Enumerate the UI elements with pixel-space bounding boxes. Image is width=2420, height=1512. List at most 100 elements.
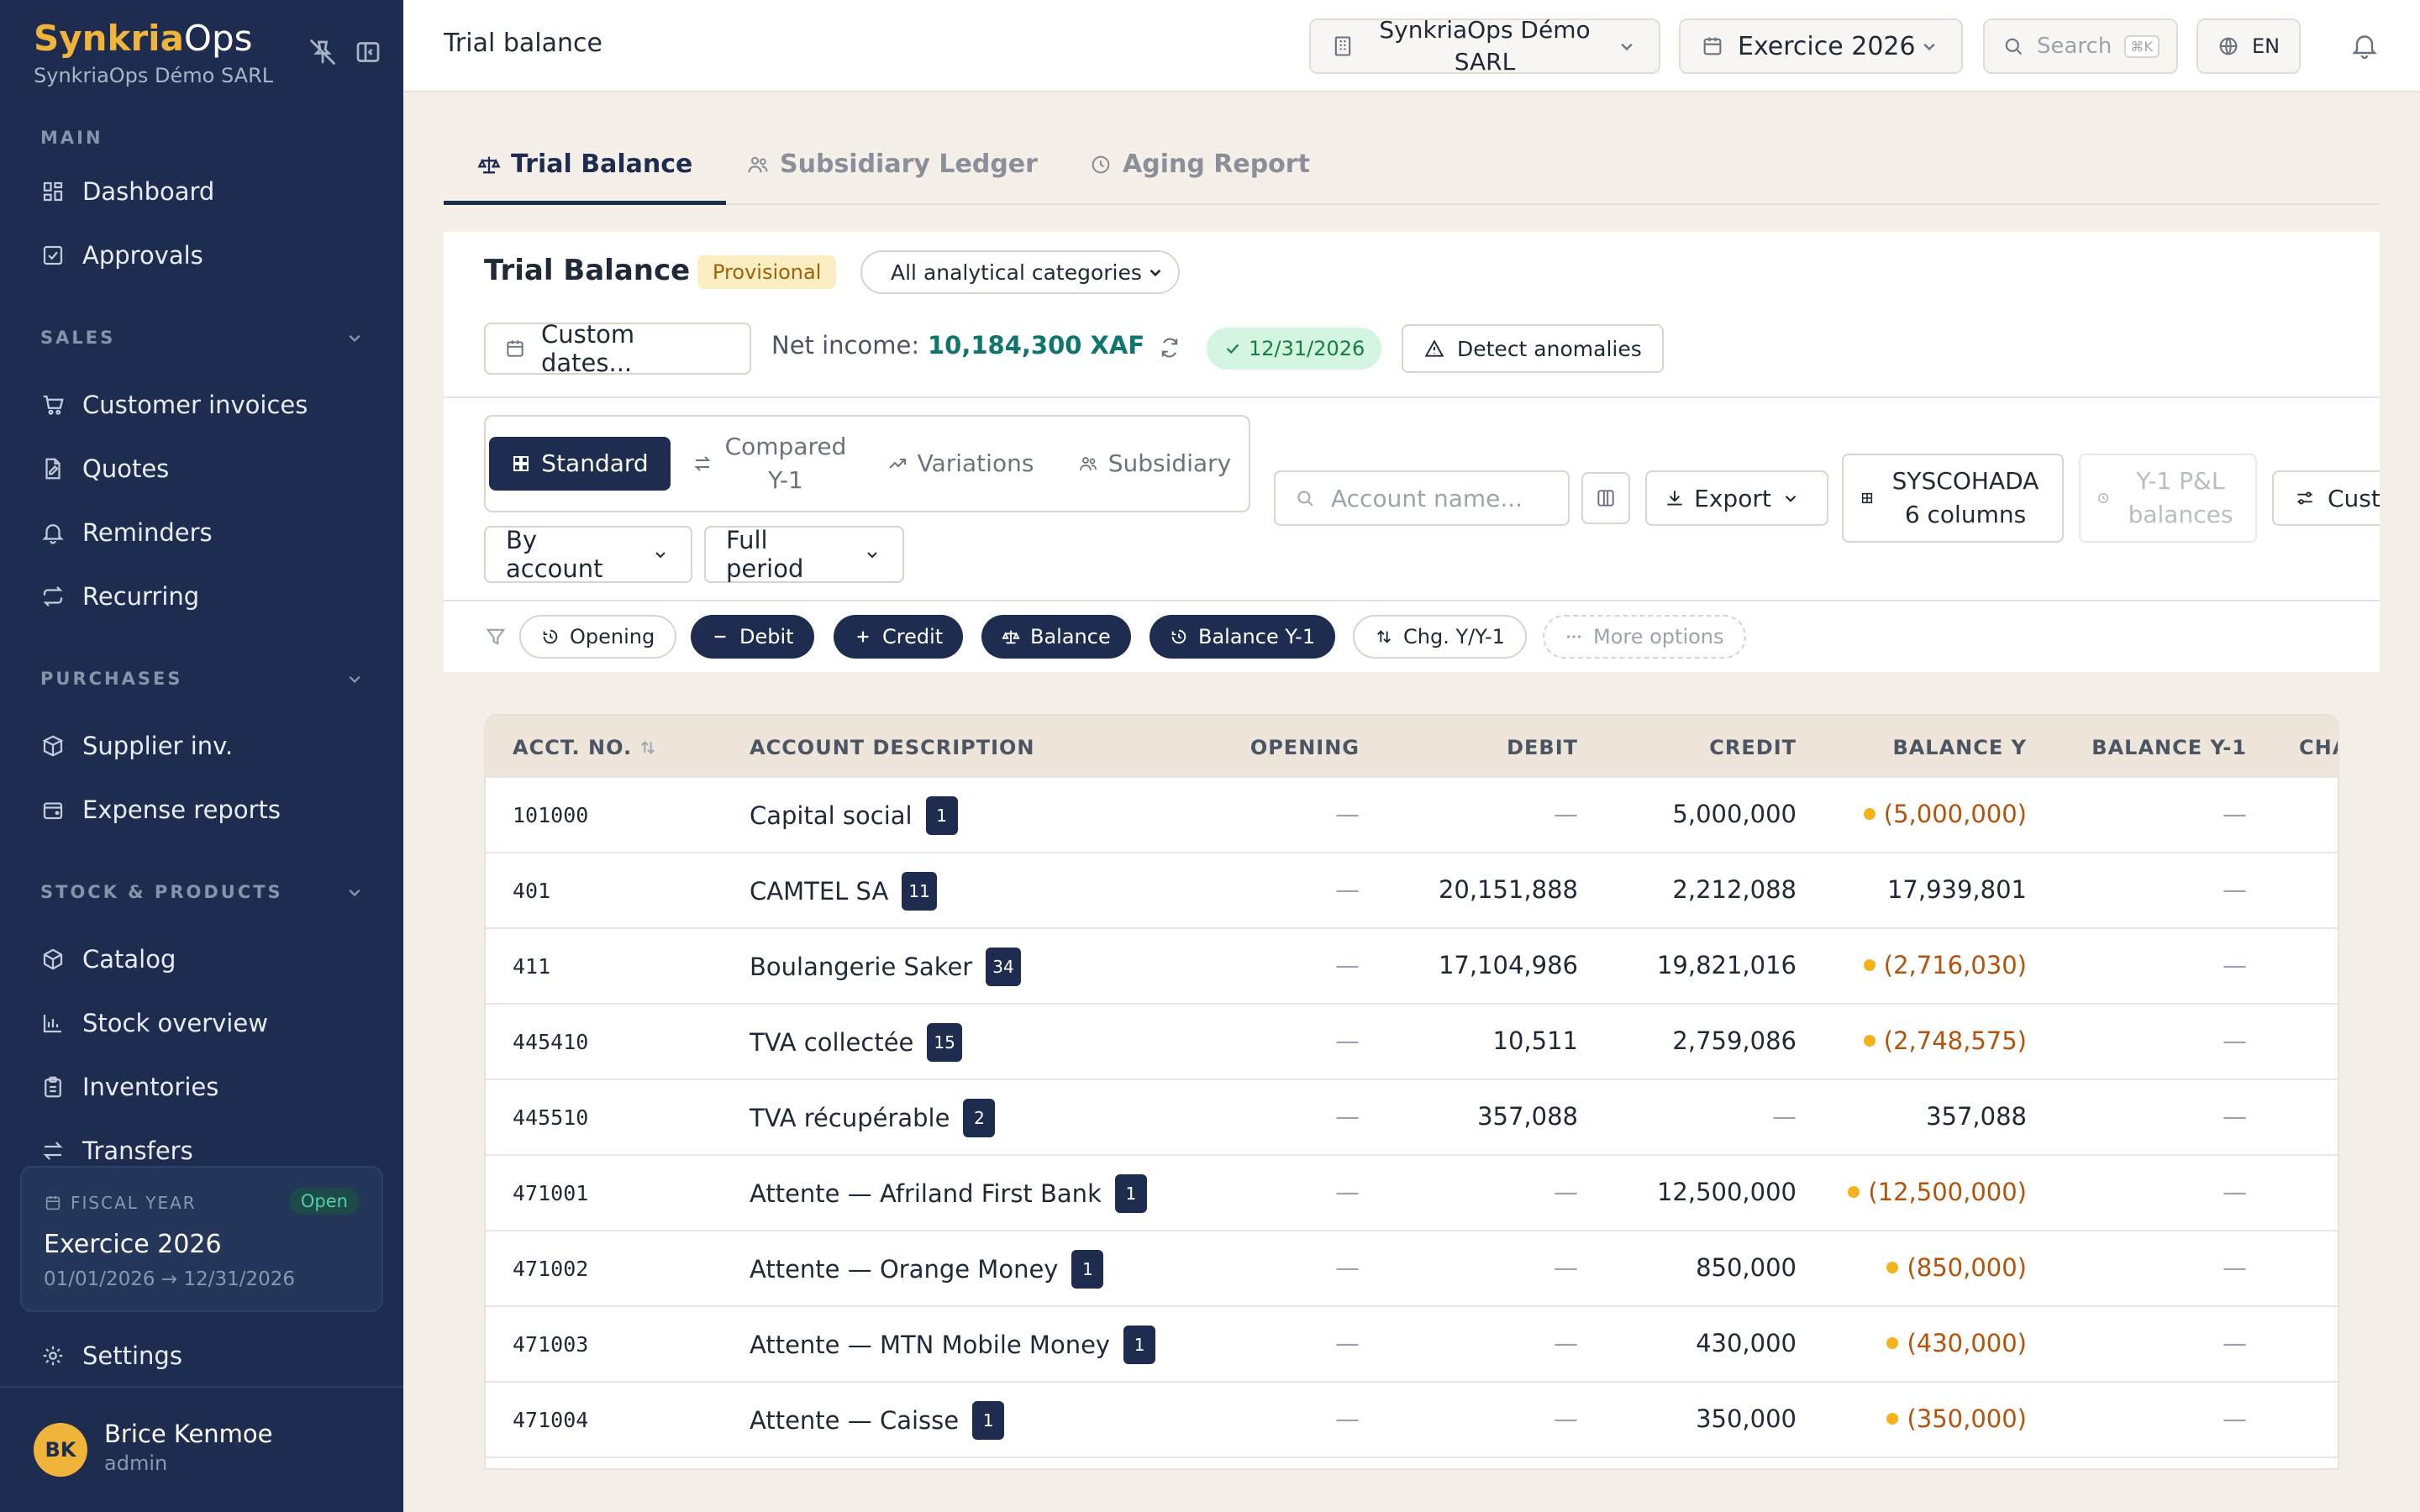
entry-count-badge[interactable]: 1	[1114, 1174, 1147, 1213]
tab-aging-report[interactable]: Aging Report	[1089, 150, 1310, 205]
section-stock-products[interactable]: STOCK & PRODUCTS	[40, 882, 360, 902]
sidebar-item-settings[interactable]: Settings	[24, 1329, 380, 1383]
entry-count-badge[interactable]: 2	[963, 1099, 996, 1137]
customize-button[interactable]: Custo	[2272, 470, 2380, 526]
sidebar-item-approvals[interactable]: Approvals	[24, 228, 380, 282]
sidebar-item-quotes[interactable]: Quotes	[24, 442, 380, 496]
export-button[interactable]: Export	[1645, 470, 1828, 526]
account-description-text[interactable]: Attente — Afriland First Bank	[750, 1179, 1102, 1208]
sidebar-item-customer-invoices[interactable]: Customer invoices	[24, 378, 380, 432]
column-header-description[interactable]: ACCOUNT DESCRIPTION	[750, 736, 1035, 759]
language-selector[interactable]: EN	[2196, 18, 2301, 74]
account-number: 411	[513, 954, 551, 979]
calendar-icon	[504, 338, 526, 360]
minus-icon	[711, 627, 729, 646]
column-header-change[interactable]: CHA	[2299, 736, 2338, 759]
account-description-text[interactable]: Boulangerie Saker	[750, 953, 972, 981]
table-row[interactable]: 445410 TVA collectée 15 — 10,511 2,759,086 (2,…	[486, 1005, 2338, 1080]
chip-debit[interactable]: Debit	[691, 615, 814, 659]
table-row[interactable]: 471001 Attente — Afriland First Bank 1 — — 12…	[486, 1156, 2338, 1231]
column-header-balance-y1[interactable]: BALANCE Y-1	[2091, 736, 2247, 759]
sidebar-item-label: Supplier inv.	[82, 732, 234, 760]
brand-logo[interactable]: SynkriaOps	[34, 15, 253, 62]
chip-opening[interactable]: Opening	[519, 615, 677, 659]
column-header-balance-y[interactable]: BALANCE Y	[1892, 736, 2027, 759]
section-sales[interactable]: SALES	[40, 328, 360, 348]
entry-count-badge[interactable]: 1	[1123, 1326, 1156, 1364]
group-by-value: By account	[506, 526, 603, 583]
refresh-icon[interactable]	[1158, 336, 1181, 360]
closing-date-badge: 12/31/2026	[1207, 328, 1382, 370]
group-by-dropdown[interactable]: By account	[484, 526, 692, 583]
sidebar-item-expense-reports[interactable]: Expense reports	[24, 783, 380, 837]
account-description-text[interactable]: Attente — Caisse	[750, 1406, 959, 1435]
detect-anomalies-button[interactable]: Detect anomalies	[1402, 324, 1664, 373]
table-row[interactable]: 445510 TVA récupérable 2 — 357,088 — 357,088 —	[486, 1080, 2338, 1156]
tab-subsidiary-ledger[interactable]: Subsidiary Ledger	[746, 150, 1038, 205]
more-options-chip[interactable]: More options	[1543, 615, 1746, 659]
period-dropdown[interactable]: Full period	[704, 526, 904, 583]
entry-count-badge[interactable]: 1	[925, 796, 958, 835]
section-purchases[interactable]: PURCHASES	[40, 669, 360, 689]
sidebar-item-recurring[interactable]: Recurring	[24, 570, 380, 623]
unpin-icon[interactable]	[308, 37, 338, 67]
chevron-down-icon	[862, 544, 882, 564]
syscohada-format-button[interactable]: SYSCOHADA 6 columns	[1842, 454, 2064, 543]
sidebar-item-inventories[interactable]: Inventories	[24, 1060, 380, 1114]
columns-toggle-button[interactable]	[1581, 472, 1630, 524]
chip-credit[interactable]: Credit	[834, 615, 964, 659]
table-row[interactable]: 471003 Attente — MTN Mobile Money 1 — — 430,0…	[486, 1307, 2338, 1383]
y1-pl-balances-button[interactable]: Y-1 P&L balances	[2079, 454, 2257, 543]
account-description-text[interactable]: TVA collectée	[750, 1028, 913, 1057]
sort-arrows-icon	[1375, 627, 1393, 646]
debit-value: 357,088	[1477, 1102, 1578, 1131]
account-description-text[interactable]: Attente — MTN Mobile Money	[750, 1331, 1110, 1359]
column-header-debit[interactable]: DEBIT	[1507, 736, 1578, 759]
view-subsidiary-button[interactable]: Subsidiary	[1062, 427, 1247, 501]
sidebar-item-stock-overview[interactable]: Stock overview	[24, 996, 380, 1050]
fiscal-year-selector[interactable]: Exercice 2026	[1679, 18, 1963, 74]
table-row[interactable]: 471004 Attente — Caisse 1 — — 350,000 (350,000…	[486, 1383, 2338, 1458]
avatar[interactable]: BK	[34, 1423, 87, 1477]
column-header-acct-no[interactable]: ACCT. NO.	[513, 736, 657, 759]
table-row[interactable]: 101000 Capital social 1 — — 5,000,000 (5,000,0…	[486, 778, 2338, 853]
chip-balance-y1[interactable]: Balance Y-1	[1150, 615, 1336, 659]
entry-count-badge[interactable]: 1	[1071, 1250, 1104, 1289]
view-compared-button[interactable]: Compared Y-1	[682, 427, 859, 501]
balance-amount: (430,000)	[1907, 1329, 2027, 1357]
sidebar-item-catalog[interactable]: Catalog	[24, 932, 380, 986]
account-description-text[interactable]: Capital social	[750, 801, 913, 830]
entry-count-badge[interactable]: 15	[927, 1023, 962, 1062]
analytical-category-select[interactable]: All analytical categories	[860, 250, 1180, 294]
view-standard-button[interactable]: Standard	[489, 437, 671, 491]
global-search-button[interactable]: Search ⌘K	[1983, 18, 2178, 74]
table-row[interactable]: 401 CAMTEL SA 11 — 20,151,888 2,212,088 17,939…	[486, 853, 2338, 929]
sidebar-item-reminders[interactable]: Reminders	[24, 506, 380, 559]
account-description-text[interactable]: CAMTEL SA	[750, 877, 888, 906]
chip-balance[interactable]: Balance	[981, 615, 1131, 659]
account-description-text[interactable]: TVA récupérable	[750, 1104, 950, 1132]
collapse-sidebar-icon[interactable]	[353, 37, 383, 67]
entry-count-badge[interactable]: 11	[902, 872, 937, 911]
sidebar-item-supplier-invoices[interactable]: Supplier inv.	[24, 719, 380, 773]
column-header-credit[interactable]: CREDIT	[1709, 736, 1797, 759]
tab-trial-balance[interactable]: Trial Balance	[444, 150, 727, 205]
account-search-input[interactable]: Account name...	[1274, 470, 1570, 526]
column-header-opening[interactable]: OPENING	[1250, 736, 1360, 759]
chip-change-yy1[interactable]: Chg. Y/Y-1	[1353, 615, 1527, 659]
notifications-bell-icon[interactable]	[2349, 30, 2380, 60]
package-icon	[40, 947, 66, 972]
account-description-text[interactable]: Attente — Orange Money	[750, 1255, 1058, 1284]
table-row[interactable]: 471002 Attente — Orange Money 1 — — 850,000 (8…	[486, 1231, 2338, 1307]
fiscal-year-card[interactable]: FISCAL YEAR Open Exercice 2026 01/01/202…	[20, 1166, 383, 1312]
entry-count-badge[interactable]: 34	[986, 948, 1021, 986]
entry-count-badge[interactable]: 1	[972, 1401, 1005, 1440]
balance-value: (850,000)	[1886, 1253, 2027, 1282]
table-row[interactable]: 411 Boulangerie Saker 34 — 17,104,986 19,821,…	[486, 929, 2338, 1005]
custom-dates-button[interactable]: Custom dates...	[484, 320, 751, 377]
history-icon	[541, 627, 560, 646]
sidebar-item-dashboard[interactable]: Dashboard	[24, 165, 380, 218]
organization-selector[interactable]: SynkriaOps Démo SARL	[1309, 16, 1660, 76]
view-variations-button[interactable]: Variations	[869, 427, 1052, 501]
balance-amount: (850,000)	[1907, 1253, 2027, 1282]
